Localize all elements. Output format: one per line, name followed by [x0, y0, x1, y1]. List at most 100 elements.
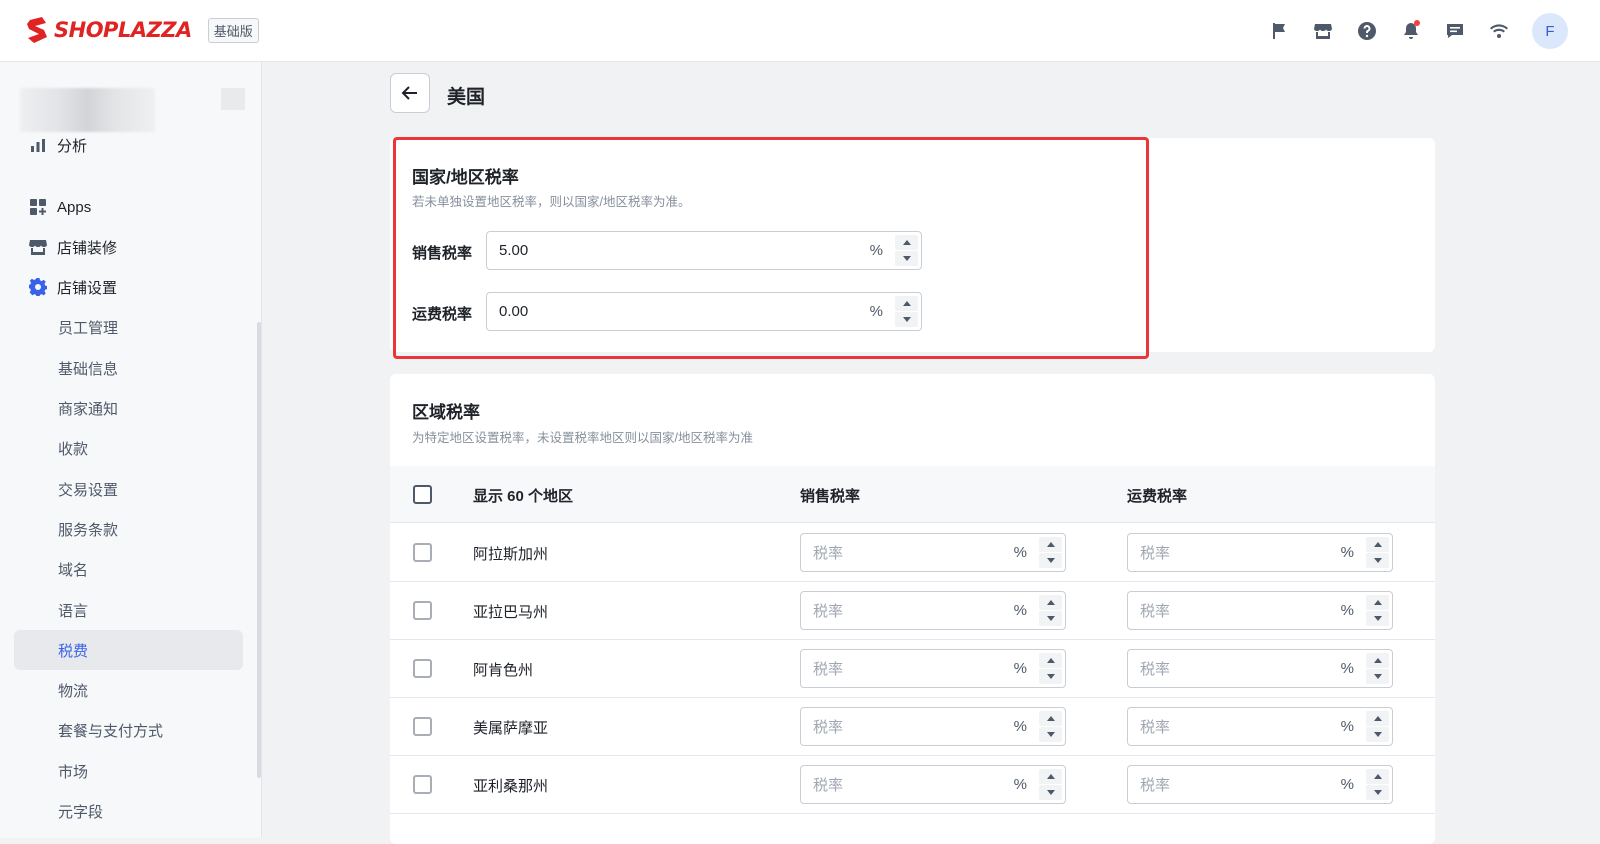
sales-tax-input[interactable]: 5.00 % [486, 231, 922, 270]
sidebar-scrollbar[interactable] [257, 322, 261, 778]
shipping-tax-input[interactable]: 0.00 % [486, 292, 922, 331]
stepper-down-icon[interactable] [1039, 611, 1062, 626]
sidebar-sub-policies[interactable]: 服务条款 [14, 509, 243, 549]
sidebar-sub-staff[interactable]: 员工管理 [14, 307, 243, 347]
stepper-up-icon[interactable] [1039, 595, 1062, 610]
region-sales-tax-input[interactable]: 税率% [800, 591, 1066, 630]
sidebar-item-label: 店铺装修 [57, 239, 118, 257]
sales-tax-value: 5.00 [499, 242, 529, 259]
tax-stepper [1039, 650, 1065, 687]
sidebar-sub-taxes[interactable]: 税费 [14, 630, 243, 670]
sidebar-sub-plans[interactable]: 套餐与支付方式 [14, 710, 243, 750]
stepper-up-icon[interactable] [1366, 769, 1389, 784]
sidebar: 分析 Apps 店铺装修 店铺设置 员工管理 基础信息 商家通知 收款 交易设置… [0, 62, 262, 838]
sidebar-sub-notifications[interactable]: 商家通知 [14, 388, 243, 428]
flag-icon[interactable] [1268, 20, 1290, 42]
table-row: 阿拉斯加州 税率% 税率% [390, 524, 1435, 582]
stepper-down-icon[interactable] [1366, 553, 1389, 568]
stepper-up-icon[interactable] [1366, 595, 1389, 610]
region-name: 阿拉斯加州 [473, 546, 549, 563]
stepper-down-icon[interactable] [1366, 611, 1389, 626]
region-shipping-tax-input[interactable]: 税率% [1127, 765, 1393, 804]
stepper-up-icon[interactable] [1366, 711, 1389, 726]
stepper-up-icon[interactable] [1039, 653, 1062, 668]
sidebar-sub-payments[interactable]: 收款 [14, 428, 243, 468]
region-shipping-tax-input[interactable]: 税率% [1127, 649, 1393, 688]
tax-placeholder: 税率 [813, 545, 844, 562]
plan-badge: 基础版 [207, 17, 259, 43]
stepper-down-icon[interactable] [1366, 785, 1389, 800]
region-shipping-tax-input[interactable]: 税率% [1127, 533, 1393, 572]
bell-icon[interactable] [1400, 20, 1422, 42]
tax-placeholder: 税率 [1140, 777, 1171, 794]
avatar[interactable]: F [1532, 13, 1568, 49]
top-bar: SHOPLAZZA 基础版 F [0, 0, 1600, 62]
percent-suffix: % [1340, 718, 1354, 735]
stepper-down-icon[interactable] [1366, 669, 1389, 684]
sidebar-item-apps[interactable]: Apps [14, 187, 243, 227]
sidebar-item-storefront[interactable]: 店铺装修 [14, 227, 243, 267]
stepper-up-icon[interactable] [1039, 711, 1062, 726]
row-checkbox[interactable] [413, 659, 432, 678]
stepper-up-icon[interactable] [895, 235, 918, 250]
tax-stepper [1039, 708, 1065, 745]
stepper-up-icon[interactable] [1366, 653, 1389, 668]
percent-suffix: % [1013, 718, 1027, 735]
tax-placeholder: 税率 [1140, 603, 1171, 620]
stepper-down-icon[interactable] [1366, 727, 1389, 742]
stepper-up-icon[interactable] [1039, 537, 1062, 552]
stepper-down-icon[interactable] [895, 251, 918, 266]
header-actions: F [1268, 13, 1568, 49]
percent-suffix: % [869, 303, 883, 320]
sidebar-sub-domains[interactable]: 域名 [14, 549, 243, 589]
row-checkbox[interactable] [413, 543, 432, 562]
help-icon[interactable] [1356, 20, 1378, 42]
sidebar-sub-shipping[interactable]: 物流 [14, 670, 243, 710]
stepper-down-icon[interactable] [895, 312, 918, 327]
sales-tax-stepper [895, 232, 921, 269]
tax-stepper [1039, 592, 1065, 629]
shipping-tax-value: 0.00 [499, 303, 529, 320]
store-icon[interactable] [1312, 20, 1334, 42]
stepper-down-icon[interactable] [1039, 669, 1062, 684]
row-checkbox[interactable] [413, 601, 432, 620]
row-checkbox[interactable] [413, 775, 432, 794]
shipping-tax-stepper [895, 293, 921, 330]
region-sales-tax-input[interactable]: 税率% [800, 533, 1066, 572]
region-sales-tax-input[interactable]: 税率% [800, 707, 1066, 746]
sidebar-sub-languages[interactable]: 语言 [14, 590, 243, 630]
sidebar-sub-metafields[interactable]: 元字段 [14, 791, 243, 831]
sidebar-sub-basic-info[interactable]: 基础信息 [14, 348, 243, 388]
percent-suffix: % [869, 242, 883, 259]
stepper-up-icon[interactable] [895, 296, 918, 311]
stepper-down-icon[interactable] [1039, 727, 1062, 742]
sidebar-item-store-settings[interactable]: 店铺设置 [14, 267, 243, 307]
region-sales-tax-input[interactable]: 税率% [800, 765, 1066, 804]
tax-placeholder: 税率 [1140, 661, 1171, 678]
stepper-up-icon[interactable] [1366, 537, 1389, 552]
chat-icon[interactable] [1444, 20, 1466, 42]
stepper-down-icon[interactable] [1039, 553, 1062, 568]
row-checkbox[interactable] [413, 717, 432, 736]
tax-stepper [1039, 766, 1065, 803]
brand-logo[interactable]: SHOPLAZZA 基础版 [26, 17, 259, 43]
region-shipping-tax-input[interactable]: 税率% [1127, 707, 1393, 746]
region-shipping-tax-input[interactable]: 税率% [1127, 591, 1393, 630]
wifi-icon[interactable] [1488, 20, 1510, 42]
country-tax-description: 若未单独设置地区税率，则以国家/地区税率为准。 [412, 195, 691, 209]
tax-placeholder: 税率 [813, 661, 844, 678]
stepper-down-icon[interactable] [1039, 785, 1062, 800]
column-region-count: 显示 60 个地区 [473, 488, 574, 505]
region-name: 美属萨摩亚 [473, 720, 549, 737]
sidebar-sub-markets[interactable]: 市场 [14, 751, 243, 791]
region-tax-title: 区域税率 [412, 403, 480, 422]
sidebar-item-analytics[interactable]: 分析 [14, 125, 243, 165]
region-name: 亚拉巴马州 [473, 604, 549, 621]
sidebar-sub-checkout[interactable]: 交易设置 [14, 469, 243, 509]
back-button[interactable] [390, 73, 430, 113]
stepper-up-icon[interactable] [1039, 769, 1062, 784]
tax-placeholder: 税率 [1140, 545, 1171, 562]
region-sales-tax-input[interactable]: 税率% [800, 649, 1066, 688]
select-all-checkbox[interactable] [413, 485, 432, 504]
region-tax-card: 区域税率 为特定地区设置税率，未设置税率地区则以国家/地区税率为准 显示 60 … [390, 374, 1435, 844]
